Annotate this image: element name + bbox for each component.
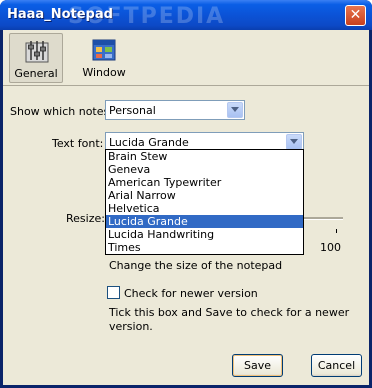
general-settings-icon bbox=[25, 41, 49, 63]
font-option[interactable]: American Typewriter bbox=[106, 176, 303, 189]
text-font-dropdown-button[interactable] bbox=[286, 134, 302, 150]
preferences-toolbar: General Window bbox=[3, 30, 369, 86]
font-option[interactable]: Lucida Handwriting bbox=[106, 228, 303, 241]
slider-tick bbox=[336, 229, 337, 233]
check-updates-hint-1: Tick this box and Save to check for a ne… bbox=[109, 306, 350, 319]
text-font-value: Lucida Grande bbox=[109, 136, 189, 149]
font-option[interactable]: Helvetica bbox=[106, 202, 303, 215]
show-notes-dropdown-button[interactable] bbox=[227, 102, 243, 118]
text-font-label: Text font: bbox=[52, 137, 104, 150]
tab-window-label: Window bbox=[82, 66, 126, 79]
dialog-body: General Window Show which notes: Persona… bbox=[3, 30, 369, 385]
chevron-down-icon bbox=[231, 107, 239, 112]
tab-window[interactable]: Window bbox=[77, 33, 131, 83]
check-updates-label[interactable]: Check for newer version bbox=[124, 287, 258, 300]
resize-hint: Change the size of the notepad bbox=[109, 259, 283, 272]
show-notes-value: Personal bbox=[109, 104, 156, 117]
preferences-window: Haaa_Notepad SOFTPEDIA ✕ General Window … bbox=[0, 0, 372, 388]
watermark-text: SOFTPEDIA bbox=[68, 4, 226, 29]
show-notes-select[interactable]: Personal bbox=[105, 100, 245, 120]
close-icon: ✕ bbox=[349, 7, 362, 23]
tab-general-label: General bbox=[14, 67, 58, 80]
tab-general[interactable]: General bbox=[9, 33, 63, 83]
close-button[interactable]: ✕ bbox=[345, 5, 366, 26]
chevron-down-icon bbox=[290, 139, 298, 144]
font-option[interactable]: Brain Stew bbox=[106, 150, 303, 163]
save-button[interactable]: Save bbox=[232, 354, 283, 377]
resize-max-label: 100 bbox=[320, 241, 341, 254]
font-option[interactable]: Times bbox=[106, 241, 303, 254]
text-font-options-list: Brain Stew Geneva American Typewriter Ar… bbox=[105, 149, 304, 255]
font-option[interactable]: Geneva bbox=[106, 163, 303, 176]
font-option-selected[interactable]: Lucida Grande bbox=[106, 215, 303, 228]
cancel-button[interactable]: Cancel bbox=[311, 354, 362, 377]
check-updates-hint-2: version. bbox=[109, 320, 153, 333]
resize-label: Resize: bbox=[66, 212, 105, 225]
check-updates-checkbox[interactable] bbox=[107, 286, 120, 299]
show-notes-label: Show which notes: bbox=[10, 105, 113, 118]
title-bar[interactable]: Haaa_Notepad SOFTPEDIA ✕ bbox=[0, 0, 372, 30]
font-option[interactable]: Arial Narrow bbox=[106, 189, 303, 202]
window-icon bbox=[92, 39, 116, 61]
resize-slider[interactable] bbox=[303, 217, 343, 220]
